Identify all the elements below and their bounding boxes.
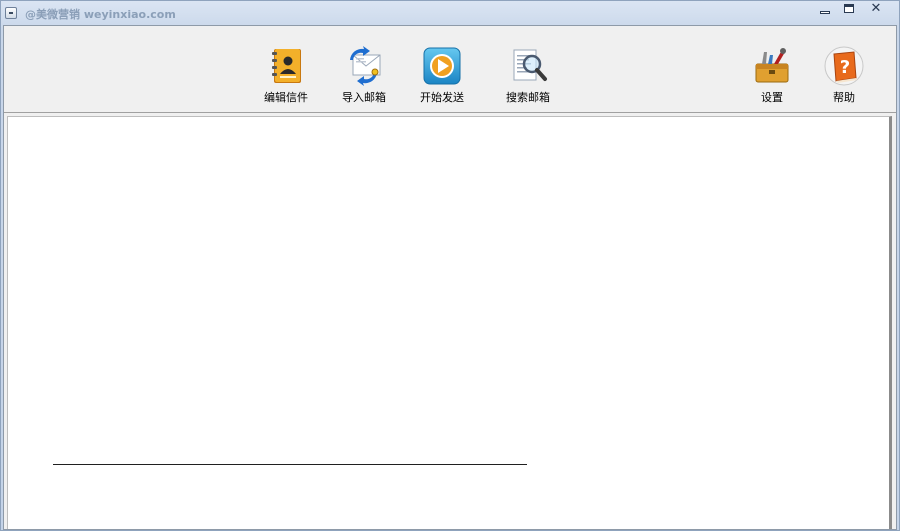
system-menu-icon[interactable] (5, 7, 17, 19)
address-book-icon (272, 49, 301, 83)
svg-text:?: ? (840, 57, 850, 78)
close-button[interactable]: ✕ (863, 2, 889, 16)
maximize-button[interactable] (839, 2, 859, 16)
app-window: @美微营销 weyinxiao.com ✕ 编辑信件 导入邮箱 开始发送 搜索邮… (0, 0, 900, 531)
play-icon (423, 47, 461, 85)
settings-button[interactable]: 设置 (737, 46, 807, 106)
search-mailbox-label: 搜索邮箱 (506, 91, 550, 104)
import-mailbox-button[interactable]: 导入邮箱 (329, 46, 399, 106)
edit-letter-label: 编辑信件 (264, 91, 308, 104)
start-send-button[interactable]: 开始发送 (407, 46, 477, 106)
search-mailbox-button[interactable]: 搜索邮箱 (493, 46, 563, 106)
window-title: @美微营销 weyinxiao.com (25, 8, 176, 21)
search-document-icon (513, 49, 547, 81)
import-mailbox-label: 导入邮箱 (342, 91, 386, 104)
start-send-label: 开始发送 (420, 91, 464, 104)
toolbar: 编辑信件 导入邮箱 开始发送 搜索邮箱 设置 ? 帮助 (4, 26, 896, 113)
title-bar[interactable]: @美微营销 weyinxiao.com ✕ (1, 1, 899, 25)
settings-label: 设置 (761, 91, 783, 104)
minimize-button[interactable] (815, 2, 835, 16)
import-mail-icon (350, 46, 381, 86)
edit-letter-button[interactable]: 编辑信件 (251, 46, 321, 106)
toolbox-icon (755, 48, 789, 83)
client-area: 编辑信件 导入邮箱 开始发送 搜索邮箱 设置 ? 帮助 (3, 25, 897, 530)
divider-line (53, 464, 527, 465)
window-controls: ✕ (815, 2, 889, 18)
help-book-icon: ? (824, 46, 864, 86)
help-label: 帮助 (833, 91, 855, 104)
main-content-area[interactable] (7, 116, 892, 529)
help-button[interactable]: ? 帮助 (809, 46, 879, 106)
